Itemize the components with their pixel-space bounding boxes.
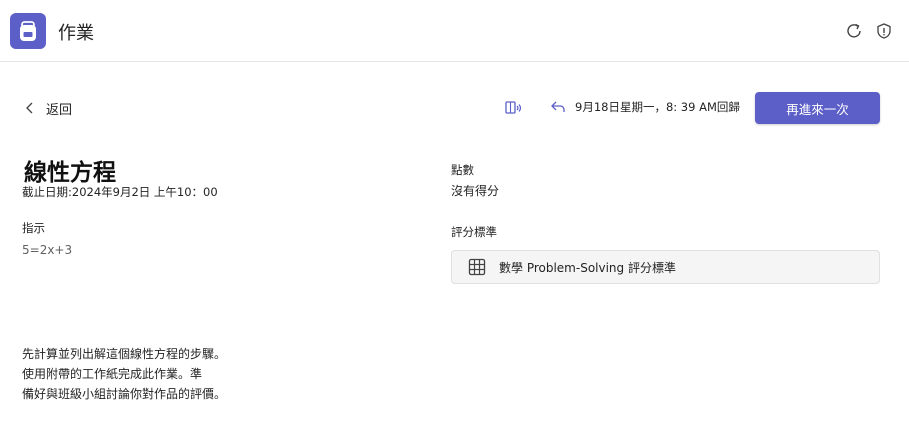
instructions-label: 指示 bbox=[22, 221, 45, 235]
shield-icon[interactable] bbox=[873, 20, 895, 42]
returned-status: 9月18日星期一，8: 39 AM回歸 bbox=[549, 99, 740, 115]
backpack-icon bbox=[10, 13, 46, 49]
resubmit-button[interactable]: 再進來一次 bbox=[755, 92, 880, 124]
points-value: 沒有得分 bbox=[451, 184, 500, 198]
instructions-value: 5=2x+3 bbox=[22, 243, 73, 257]
refresh-icon[interactable] bbox=[843, 20, 865, 42]
back-label: 返回 bbox=[46, 102, 73, 118]
chevron-left-icon bbox=[26, 102, 33, 114]
assignment-title: 線性方程 bbox=[24, 160, 116, 186]
points-label: 點數 bbox=[451, 163, 474, 177]
description-line: 先計算並列出解這個線性方程的步驟。 bbox=[22, 347, 227, 361]
description-line: 備好與班級小組討論你對作品的評價。 bbox=[22, 387, 227, 401]
rubric-card[interactable]: 數學 Problem-Solving 評分標準 bbox=[451, 250, 880, 284]
rubric-name: 數學 Problem-Solving 評分標準 bbox=[499, 260, 676, 275]
rubric-label: 評分標準 bbox=[451, 225, 497, 239]
description-line: 使用附帶的工作紙完成此作業。準 bbox=[22, 367, 203, 381]
app-title: 作業 bbox=[58, 23, 94, 44]
due-date: 截止日期:2024年9月2日 上午10：00 bbox=[22, 185, 218, 199]
app-header: 作業 bbox=[0, 0, 909, 62]
grid-icon bbox=[468, 258, 486, 276]
return-arrow-icon bbox=[551, 101, 565, 112]
immersive-reader-icon[interactable] bbox=[504, 99, 524, 117]
assignment-description: 先計算並列出解這個線性方程的步驟。 使用附帶的工作紙完成此作業。準 備好與班級小… bbox=[22, 344, 322, 404]
returned-date: 9月18日星期一，8: 39 AM回歸 bbox=[575, 100, 740, 114]
back-button[interactable]: 返回 bbox=[22, 98, 72, 118]
